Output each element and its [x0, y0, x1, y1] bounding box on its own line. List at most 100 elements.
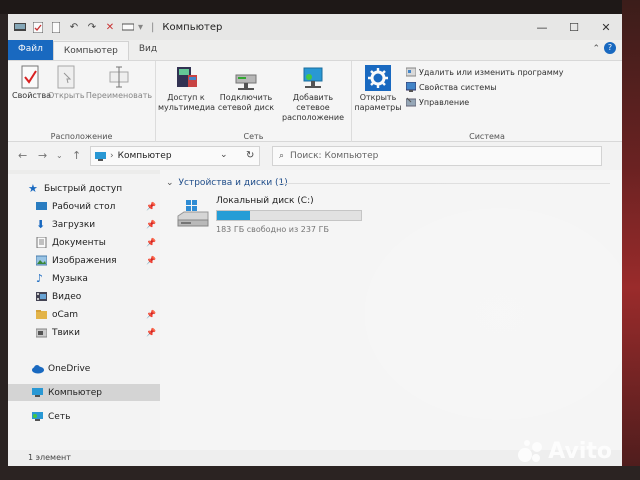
add-network-location-button[interactable]: Добавить сетевое расположение	[276, 65, 350, 123]
rename-button[interactable]: Переименовать	[84, 65, 154, 101]
system-properties-button[interactable]: Свойства системы	[405, 81, 497, 92]
chevron-down-icon: ⌄	[166, 178, 174, 188]
uninstall-program-button[interactable]: Удалить или изменить программу	[405, 67, 564, 77]
undo-icon[interactable]: ↶	[68, 21, 80, 33]
sidebar-item-pictures[interactable]: Изображения 📌	[8, 252, 160, 269]
devices-group-header[interactable]: ⌄ Устройства и диски (1)	[166, 178, 288, 188]
sidebar-item-documents[interactable]: Документы 📌	[8, 234, 160, 251]
cloud-icon	[32, 363, 44, 374]
pin-icon[interactable]: 📌	[146, 238, 156, 247]
window-title: Компьютер	[162, 21, 223, 33]
system-properties-label: Свойства системы	[419, 82, 497, 92]
map-drive-button[interactable]: Подключить сетевой диск	[216, 65, 276, 113]
ribbon-tabs: Файл Компьютер Вид	[8, 40, 622, 60]
forward-arrow-icon[interactable]: →	[38, 149, 47, 162]
rename-quick-icon[interactable]	[122, 21, 134, 33]
media-access-button[interactable]: Доступ к мультимедиа	[158, 65, 215, 113]
ribbon-group-location-label: Расположение	[50, 132, 113, 141]
search-input[interactable]: ⌕ Поиск: Компьютер	[272, 146, 602, 166]
sidebar-item-computer[interactable]: Компьютер	[8, 384, 160, 401]
open-settings-button[interactable]: Открыть параметры	[354, 65, 402, 113]
recent-locations-icon[interactable]: ⌄	[56, 151, 63, 160]
refresh-icon[interactable]: ↻	[246, 150, 254, 161]
pin-icon[interactable]: 📌	[146, 256, 156, 265]
ribbon: Свойства Открыть Переименовать Расположе…	[8, 60, 622, 143]
drive-name: Локальный диск (C:)	[216, 196, 314, 206]
uninstall-program-label: Удалить или изменить программу	[419, 67, 564, 77]
delete-quick-icon[interactable]: ✕	[104, 21, 116, 33]
properties-icon	[20, 65, 40, 89]
properties-quick-icon[interactable]	[32, 21, 44, 33]
drive-usage-bar	[216, 210, 362, 221]
close-button[interactable]: ✕	[590, 14, 622, 40]
address-dropdown-icon[interactable]: ⌄	[220, 150, 228, 160]
minimize-button[interactable]: —	[526, 14, 558, 40]
properties-button[interactable]: Свойства	[12, 65, 52, 101]
search-placeholder: Поиск: Компьютер	[290, 151, 379, 161]
search-icon: ⌕	[279, 151, 285, 161]
pin-icon[interactable]: 📌	[146, 202, 156, 211]
sidebar-item-tweaks[interactable]: Твики 📌	[8, 324, 160, 341]
sidebar-item-downloads[interactable]: ⬇ Загрузки 📌	[8, 216, 160, 233]
tab-view[interactable]: Вид	[129, 40, 167, 60]
manage-icon	[405, 97, 417, 107]
app-icon	[14, 21, 26, 33]
back-arrow-icon[interactable]: ←	[18, 149, 27, 162]
redo-icon[interactable]: ↷	[86, 21, 98, 33]
drive-free-space: 183 ГБ свободно из 237 ГБ	[216, 225, 329, 234]
tab-file[interactable]: Файл	[8, 40, 53, 60]
sidebar-item-label: OneDrive	[48, 363, 91, 374]
pin-icon[interactable]: 📌	[146, 310, 156, 319]
help-icon[interactable]: ?	[604, 42, 616, 54]
add-network-location-label: Добавить сетевое расположение	[282, 93, 344, 122]
maximize-button[interactable]: ☐	[558, 14, 590, 40]
rename-icon	[109, 65, 129, 89]
manage-button[interactable]: Управление	[405, 97, 470, 107]
system-properties-icon	[405, 81, 417, 92]
folder-icon	[35, 327, 48, 338]
explorer-window: ↶ ↷ ✕ ▾ | Компьютер — ☐ ✕ Файл Компьютер…	[8, 14, 622, 466]
navigation-pane: ★ Быстрый доступ Рабочий стол 📌 ⬇ Загруз…	[8, 174, 160, 450]
ribbon-collapse-icon[interactable]: ⌃	[592, 44, 600, 54]
title-bar: ↶ ↷ ✕ ▾ | Компьютер — ☐ ✕	[8, 14, 622, 40]
tab-computer[interactable]: Компьютер	[52, 41, 129, 60]
new-folder-quick-icon[interactable]	[50, 21, 62, 33]
address-bar[interactable]: › Компьютер	[90, 146, 260, 166]
drive-usage-fill	[217, 211, 250, 220]
sidebar-item-label: Твики	[52, 327, 80, 338]
sidebar-item-desktop[interactable]: Рабочий стол 📌	[8, 198, 160, 215]
content-pane: ⌄ Устройства и диски (1) Локальный диск …	[160, 170, 622, 450]
open-settings-label: Открыть параметры	[354, 93, 402, 112]
manage-label: Управление	[419, 97, 470, 107]
sidebar-item-ocam[interactable]: oCam 📌	[8, 306, 160, 323]
address-path: Компьютер	[117, 151, 172, 161]
avito-watermark: Avito	[518, 438, 612, 464]
ribbon-group-system-label: Система	[469, 132, 505, 141]
address-row: ← → ⌄ ↑ › Компьютер ⌄ ↻ ⌕ Поиск: Компьют…	[8, 142, 622, 170]
programs-icon	[405, 67, 417, 77]
drive-tile-c[interactable]: Локальный диск (C:) 183 ГБ свободно из 2…	[176, 196, 376, 242]
window-controls: — ☐ ✕	[526, 14, 622, 40]
network-drive-icon	[234, 65, 258, 91]
pin-icon[interactable]: 📌	[146, 328, 156, 337]
open-label: Открыть	[48, 91, 85, 100]
up-arrow-icon[interactable]: ↑	[72, 149, 81, 162]
pictures-icon	[35, 255, 48, 266]
sidebar-item-music[interactable]: ♪ Музыка	[8, 270, 160, 287]
sidebar-item-network[interactable]: Сеть	[8, 408, 160, 425]
hard-drive-icon	[176, 200, 210, 228]
sidebar-item-quick-access[interactable]: ★ Быстрый доступ	[8, 180, 160, 197]
breadcrumb-chevron-icon[interactable]: ›	[110, 151, 114, 161]
photo-bezel-right	[622, 0, 640, 480]
open-button[interactable]: Открыть	[48, 65, 85, 101]
pin-icon[interactable]: 📌	[146, 220, 156, 229]
desktop-icon	[36, 201, 47, 212]
sidebar-item-video[interactable]: Видео	[8, 288, 160, 305]
sidebar-item-onedrive[interactable]: OneDrive	[8, 360, 160, 377]
computer-small-icon	[95, 151, 106, 161]
computer-icon	[32, 387, 43, 398]
star-icon: ★	[28, 182, 38, 195]
sidebar-item-label: Сеть	[48, 411, 71, 422]
properties-label: Свойства	[12, 91, 52, 100]
quick-access-dropdown-icon[interactable]: ▾	[138, 22, 143, 33]
